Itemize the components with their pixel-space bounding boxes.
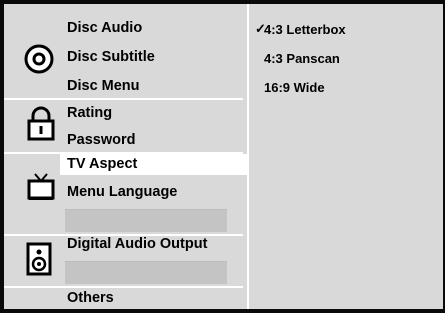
group-divider xyxy=(4,286,243,288)
tv-icon xyxy=(26,172,56,207)
menu-item-others[interactable]: Others xyxy=(67,290,114,306)
group-divider xyxy=(4,98,243,100)
option-letterbox[interactable]: 4:3 Letterbox xyxy=(264,22,346,37)
setup-menu-window: Disc Audio Disc Subtitle Disc Menu Ratin… xyxy=(0,0,445,313)
menu-item-rating[interactable]: Rating xyxy=(67,105,112,121)
menu-item-tv-aspect[interactable]: TV Aspect xyxy=(67,156,137,172)
menu-item-disc-audio[interactable]: Disc Audio xyxy=(67,20,142,36)
empty-menu-slot xyxy=(65,261,227,284)
option-wide[interactable]: 16:9 Wide xyxy=(264,80,325,95)
menu-item-password[interactable]: Password xyxy=(67,132,136,148)
disc-icon xyxy=(24,44,54,79)
speaker-icon xyxy=(26,242,52,281)
padlock-icon xyxy=(26,106,56,147)
menu-item-digital-audio-output[interactable]: Digital Audio Output xyxy=(67,236,207,252)
options-panel: ✓ 4:3 Letterbox 4:3 Panscan 16:9 Wide xyxy=(247,4,443,309)
menu-item-disc-menu[interactable]: Disc Menu xyxy=(67,78,140,94)
option-panscan[interactable]: 4:3 Panscan xyxy=(264,51,340,66)
menu-item-disc-subtitle[interactable]: Disc Subtitle xyxy=(67,49,155,65)
menu-item-menu-language[interactable]: Menu Language xyxy=(67,184,177,200)
empty-menu-slot xyxy=(65,209,227,232)
